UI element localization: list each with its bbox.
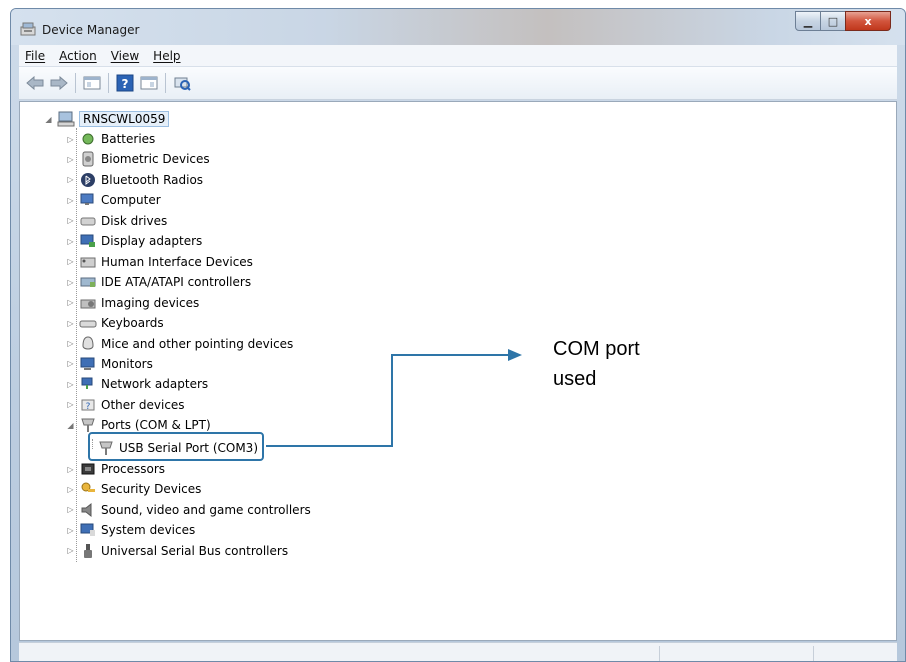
annotation-connector-line (266, 354, 508, 447)
annotation-text: COM port used (553, 334, 640, 394)
annotation-line-1: COM port (553, 338, 640, 360)
annotation-line-2: used (553, 368, 597, 390)
annotation-arrowhead (508, 349, 522, 361)
annotation-arrow (266, 349, 522, 447)
